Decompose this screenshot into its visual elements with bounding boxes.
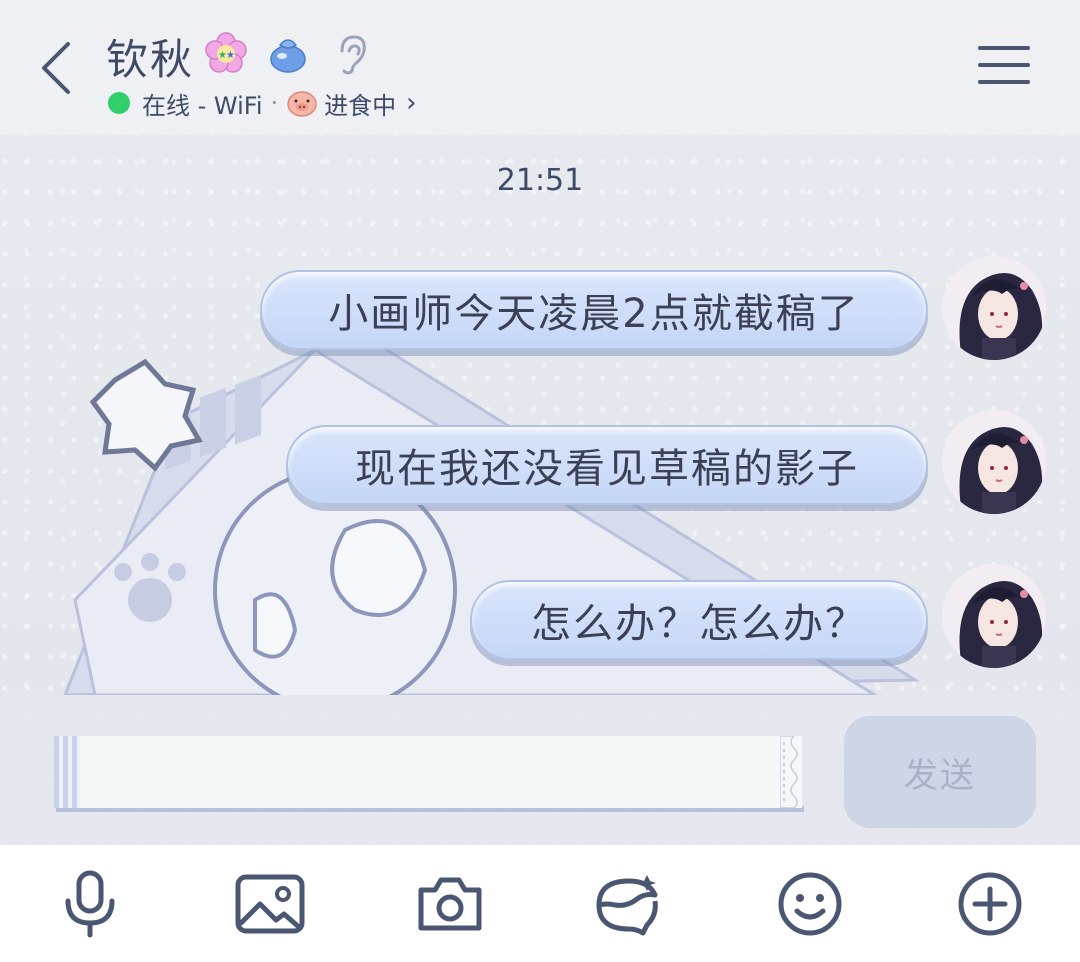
message-bubble[interactable]: 小画师今天凌晨2点就截稿了: [260, 270, 928, 350]
online-indicator: [108, 92, 130, 114]
avatar[interactable]: [942, 564, 1046, 668]
add-icon[interactable]: [945, 859, 1035, 949]
image-icon[interactable]: [225, 859, 315, 949]
microphone-icon[interactable]: [45, 859, 135, 949]
message-timestamp: 21:51: [496, 163, 584, 198]
money-bag-icon[interactable]: [266, 31, 310, 75]
input-decor-left: [54, 736, 80, 808]
avatar[interactable]: [942, 256, 1046, 360]
separator: ·: [270, 89, 279, 117]
network-status: 在线 - WiFi: [142, 91, 263, 120]
chevron-right-icon: ›: [406, 88, 417, 118]
sticker-icon[interactable]: [583, 859, 673, 949]
chat-header: 钦秋 ★ ★ 在线 - WiFi · 进食中 ›: [0, 0, 1080, 135]
contact-name[interactable]: 钦秋: [106, 26, 194, 87]
activity-status: 进食中: [324, 91, 397, 120]
avatar-image: [942, 256, 1046, 360]
avatar-image: [942, 564, 1046, 668]
status-row[interactable]: 在线 - WiFi · 进食中 ›: [108, 86, 417, 120]
input-decor-right: [780, 736, 798, 808]
emoji-icon[interactable]: [765, 859, 855, 949]
camera-icon[interactable]: [405, 859, 495, 949]
svg-text:★: ★: [226, 50, 235, 61]
flower-badge-icon[interactable]: ★ ★: [204, 31, 248, 75]
back-icon[interactable]: [36, 38, 80, 98]
message-input[interactable]: [54, 736, 802, 808]
message-bubble[interactable]: 怎么办？怎么办？: [470, 580, 928, 660]
menu-icon[interactable]: [978, 46, 1030, 88]
send-button[interactable]: 发送: [844, 716, 1036, 828]
avatar-image: [942, 410, 1046, 514]
bottom-toolbar: [0, 845, 1080, 962]
pig-icon: [287, 91, 317, 117]
message-bubble[interactable]: 现在我还没看见草稿的影子: [286, 425, 928, 505]
avatar[interactable]: [942, 410, 1046, 514]
ear-icon[interactable]: [328, 31, 372, 75]
